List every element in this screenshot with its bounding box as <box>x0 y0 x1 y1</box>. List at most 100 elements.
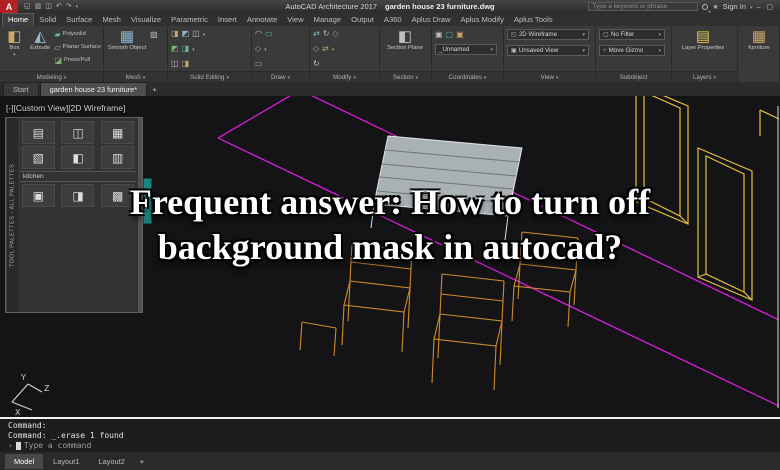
solid-union-icon[interactable]: ◨ <box>171 29 179 38</box>
redo-icon[interactable]: ↷ <box>66 0 72 13</box>
favorites-star-icon[interactable]: ★ <box>712 3 718 11</box>
smooth-object-button[interactable]: ▦ Smooth Object <box>107 28 147 52</box>
ucs-name-combo[interactable]: _Unnamed <box>435 44 497 55</box>
draw-line-icon[interactable]: ◠ <box>255 29 262 38</box>
ribbon-tab-output[interactable]: Output <box>346 14 379 26</box>
panel-label-mesh[interactable]: Mesh <box>104 71 167 82</box>
app-menu-button[interactable]: A <box>0 0 18 13</box>
solid-subtract-icon[interactable]: ◩ <box>182 29 190 38</box>
chevron-down-icon <box>658 47 661 54</box>
sign-in-link[interactable]: Sign In <box>723 2 746 11</box>
panel-label-layers[interactable]: Layers <box>672 71 737 82</box>
ribbon-tab-bar: Home Solid Surface Mesh Visualize Parame… <box>0 13 780 26</box>
open-icon[interactable]: ◱ <box>24 0 31 13</box>
undo-icon[interactable]: ↶ <box>56 0 62 13</box>
ribbon-tab-surface[interactable]: Surface <box>61 14 97 26</box>
mesh-tool-icon[interactable]: ▨ <box>150 30 158 39</box>
gizmo-icon: + <box>603 47 607 54</box>
search-input[interactable] <box>588 2 698 11</box>
section-plane-button[interactable]: ◧ Section Plane <box>383 28 427 52</box>
ribbon-tab-home[interactable]: Home <box>2 13 34 26</box>
ribbon-tab-a360[interactable]: A360 <box>379 14 407 26</box>
modify-copy-icon[interactable]: ◇ <box>313 44 319 53</box>
doc-tab-start[interactable]: Start <box>3 82 39 96</box>
palette-item[interactable]: ▦ <box>101 121 134 144</box>
palette-item[interactable]: ◧ <box>61 146 94 169</box>
command-input-row[interactable]: › Type a command <box>8 441 780 451</box>
window-buttons[interactable]: – ▢ <box>757 3 775 11</box>
ribbon-tab-annotate[interactable]: Annotate <box>242 14 282 26</box>
panel-label-coordinates[interactable]: Coordinates <box>432 71 503 82</box>
palette-item[interactable]: ▧ <box>22 146 55 169</box>
solid-taper-icon[interactable]: ◨ <box>182 44 190 53</box>
search-icon[interactable] <box>702 4 708 10</box>
panel-label-section[interactable]: Section <box>380 71 431 82</box>
draw-rect-icon[interactable]: ▭ <box>265 29 273 38</box>
ucs-origin-icon[interactable]: ▢ <box>446 30 454 39</box>
qat-dropdown-icon[interactable] <box>76 0 79 14</box>
viewport-controls[interactable]: [-][Custom View][2D Wireframe] <box>6 103 125 113</box>
ribbon-tab-aplus-tools[interactable]: Aplus Tools <box>509 14 558 26</box>
ribbon-tab-view[interactable]: View <box>282 14 308 26</box>
sign-in-dropdown-icon[interactable] <box>750 2 753 11</box>
doc-tab-garden-house[interactable]: garden house 23 furniture* <box>40 82 148 96</box>
planar-surface-button[interactable]: ▱ Planar Surface <box>54 41 101 53</box>
ribbon-tab-aplus-draw[interactable]: Aplus Draw <box>407 14 456 26</box>
furniture-block-button[interactable]: ▦ furniture <box>741 28 777 52</box>
box-dropdown-icon <box>13 52 16 59</box>
chevron-down-icon <box>143 74 146 81</box>
palette-item[interactable]: ▤ <box>22 121 55 144</box>
ribbon-tab-solid[interactable]: Solid <box>34 14 61 26</box>
drawing-viewport[interactable]: Y Z X [-][Custom View][2D Wireframe] TOO… <box>0 96 780 417</box>
move-gizmo-combo[interactable]: + Move Gizmo <box>599 45 665 56</box>
modify-move-icon[interactable]: ⇄ <box>313 29 320 38</box>
modify-scale-icon[interactable]: ◇ <box>332 29 338 38</box>
ribbon-tab-insert[interactable]: Insert <box>213 14 242 26</box>
save-icon[interactable]: ▥ <box>35 0 42 13</box>
visual-style-combo[interactable]: ◰ 2D Wireframe <box>507 29 589 40</box>
draw-circle-icon[interactable]: ◇ <box>255 44 261 53</box>
new-layout-button[interactable]: + <box>135 454 149 469</box>
saved-view-icon: ▣ <box>511 47 517 54</box>
model-tab[interactable]: Model <box>5 454 43 469</box>
ribbon-tab-mesh[interactable]: Mesh <box>97 14 126 26</box>
planar-surface-icon: ▱ <box>54 43 60 52</box>
ucs-world-icon[interactable]: ▣ <box>435 30 443 39</box>
saved-view-combo[interactable]: ▣ Unsaved View <box>507 45 589 56</box>
extrude-button[interactable]: ◭ Extrude <box>29 28 52 52</box>
ribbon-tab-parametric[interactable]: Parametric <box>166 14 213 26</box>
modify-mirror-icon[interactable]: ⇄ <box>322 44 329 53</box>
press-pull-button[interactable]: ◪ Press/Pull <box>54 54 101 66</box>
command-line-window[interactable]: Command: Command: _.erase 1 found › Type… <box>0 417 780 452</box>
polysolid-label: Polysolid <box>63 31 86 37</box>
panel-label-draw[interactable]: Draw <box>252 71 309 82</box>
panel-label-solid-editing[interactable]: Solid Editing <box>168 71 251 82</box>
modify-erase-icon[interactable]: ↻ <box>313 59 320 68</box>
layout1-tab[interactable]: Layout1 <box>44 454 88 469</box>
chevron-down-icon <box>353 74 356 81</box>
print-icon[interactable]: ◫ <box>45 0 52 13</box>
palette-item[interactable]: ▥ <box>101 146 134 169</box>
layout2-tab[interactable]: Layout2 <box>89 454 133 469</box>
polysolid-button[interactable]: ▰ Polysolid <box>54 28 101 40</box>
solid-intersect-icon[interactable]: ◫ <box>192 29 200 38</box>
panel-label-modify[interactable]: Modify <box>310 71 379 82</box>
palette-item[interactable]: ◫ <box>61 121 94 144</box>
ribbon-tab-visualize[interactable]: Visualize <box>126 14 166 26</box>
panel-label-view[interactable]: View <box>504 71 595 82</box>
box-button[interactable]: ◧ Box <box>3 28 26 58</box>
ribbon-tab-manage[interactable]: Manage <box>309 14 346 26</box>
solid-shell-icon[interactable]: ◨ <box>182 59 190 68</box>
layer-properties-button[interactable]: ▤ Layer Properties <box>675 28 731 52</box>
panel-furniture-group: ▦ furniture <box>738 26 780 82</box>
modify-rotate-icon[interactable]: ↻ <box>323 29 330 38</box>
draw-hatch-icon[interactable]: ▭ <box>255 59 263 68</box>
no-filter-combo[interactable]: ▢ No Filter <box>599 29 665 40</box>
ucs-3point-icon[interactable]: ▣ <box>456 30 464 39</box>
ribbon-tab-aplus-modify[interactable]: Aplus Modify <box>455 14 508 26</box>
new-document-button[interactable]: + <box>148 85 161 96</box>
panel-label-subobject[interactable]: Subobject <box>596 71 671 82</box>
solid-separate-icon[interactable]: ◫ <box>171 59 179 68</box>
panel-label-modeling[interactable]: Modeling <box>0 71 103 82</box>
solid-fillet-icon[interactable]: ◩ <box>171 44 179 53</box>
